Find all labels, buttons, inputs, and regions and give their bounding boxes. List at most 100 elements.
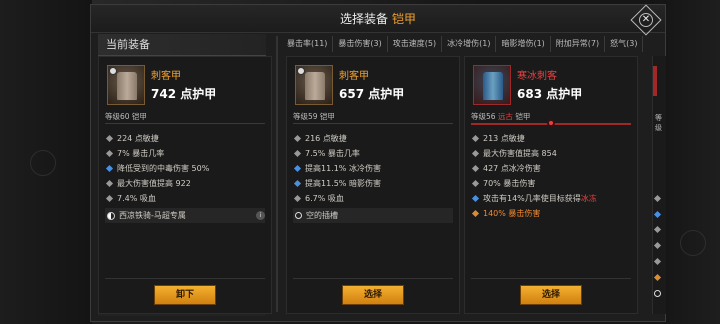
socket-text: 空的插槽	[306, 211, 338, 220]
filter-extra-status[interactable]: 附加异常(7)	[551, 36, 606, 52]
item-card-option[interactable]: 寒冰刺客 683 点护甲 等级56 远古 铠甲 213 点敏捷 最大伤害值提高 …	[464, 56, 638, 314]
close-icon: ✕	[639, 13, 653, 27]
stat-row: 216 点敏捷	[293, 131, 453, 146]
stat-bullet-icon	[471, 134, 480, 143]
item-armor: 683 点护甲	[517, 87, 583, 101]
stat-text: 最大伤害值提高 854	[483, 149, 557, 158]
filter-crit-rate[interactable]: 暴击率(11)	[282, 36, 334, 52]
stat-text: 7.5% 暴击几率	[305, 149, 360, 158]
divider	[293, 278, 453, 279]
stat-bullet-icon	[105, 149, 114, 158]
stat-text: 213 点敏捷	[483, 134, 525, 143]
stat-text: 140% 暴击伤害	[483, 209, 541, 218]
coat-icon	[483, 72, 503, 100]
item-card-current: 刺客甲 742 点护甲 等级60 铠甲 224 点敏捷 7% 暴击几率 降低受到…	[98, 56, 272, 314]
stat-row: 降低受到的中毒伤害 50%	[105, 161, 265, 176]
filter-attack-speed[interactable]: 攻击速度(5)	[388, 36, 443, 52]
stat-text: 最大伤害值提高 922	[117, 179, 191, 188]
slot-text: 铠甲	[515, 112, 531, 121]
stat-bullet-icon	[471, 194, 480, 203]
item-level: 等级56 远古 铠甲	[471, 111, 530, 122]
filter-shadow-damage[interactable]: 暗影增伤(1)	[496, 36, 551, 52]
stat-bullet-icon	[105, 164, 114, 173]
set-bonus-row[interactable]: 西凉铁骑-马超专属 i	[105, 208, 265, 223]
item-name: 刺客甲	[339, 71, 369, 82]
modal-title: 选择装备	[339, 12, 388, 26]
stat-row: 427 点冰冷伤害	[471, 161, 631, 176]
stat-text: 427 点冰冷伤害	[483, 164, 541, 173]
modal-header: 选择装备 铠甲	[91, 5, 665, 33]
divider	[105, 123, 265, 124]
stat-text: 7% 暴击几率	[117, 149, 165, 158]
item-armor: 742 点护甲	[151, 87, 217, 101]
legendary-gem-icon	[547, 119, 555, 127]
empty-socket-icon	[654, 290, 661, 297]
panel-divider	[276, 36, 278, 312]
stat-row: 224 点敏捷	[105, 131, 265, 146]
stat-list: 224 点敏捷 7% 暴击几率 降低受到的中毒伤害 50% 最大伤害值提高 92…	[105, 131, 265, 223]
level-text: 等级56	[471, 112, 496, 121]
stat-text: 70% 暴击伤害	[483, 179, 536, 188]
stat-bullet-icon	[293, 134, 302, 143]
stat-bullet-icon	[471, 149, 480, 158]
filter-crit-damage[interactable]: 暴击伤害(3)	[333, 36, 388, 52]
stat-row: 最大伤害值提高 854	[471, 146, 631, 161]
stat-row: 最大伤害值提高 922	[105, 176, 265, 191]
stat-bullet-icon	[653, 241, 662, 250]
set-icon	[107, 211, 115, 220]
coat-icon	[117, 72, 137, 100]
stat-bullet-icon	[293, 179, 302, 188]
stat-row: 提高11.1% 冰冷伤害	[293, 161, 453, 176]
background-ornament	[680, 230, 706, 256]
armor-item-icon	[107, 65, 145, 105]
select-button[interactable]: 选择	[520, 285, 582, 305]
divider	[293, 123, 453, 124]
next-item-card-peek[interactable]: 等级	[652, 56, 666, 314]
item-name: 刺客甲	[151, 71, 181, 82]
stat-text: 216 点敏捷	[305, 134, 347, 143]
stat-row: 6.7% 吸血	[293, 191, 453, 206]
stat-row: 7% 暴击几率	[105, 146, 265, 161]
filter-cold-damage[interactable]: 冰冷增伤(1)	[442, 36, 497, 52]
item-level: 等级60 铠甲	[105, 112, 147, 121]
empty-socket-icon	[295, 212, 302, 219]
stat-row: 140% 暴击伤害	[471, 206, 631, 221]
stat-bullet-icon	[293, 194, 302, 203]
freeze-tag: 冰冻	[580, 194, 597, 203]
stat-bullet-icon	[105, 134, 114, 143]
stat-row: 7.5% 暴击几率	[293, 146, 453, 161]
stat-bullet-icon	[471, 209, 480, 218]
stat-bullet-icon	[471, 164, 480, 173]
stat-bullet-icon	[653, 225, 662, 234]
item-name: 寒冰刺客	[517, 71, 557, 82]
stat-row: 70% 暴击伤害	[471, 176, 631, 191]
stat-bullet-icon	[471, 179, 480, 188]
stat-list: 216 点敏捷 7.5% 暴击几率 提高11.1% 冰冷伤害 提高11.5% 暗…	[293, 131, 453, 223]
stat-text: 降低受到的中毒伤害 50%	[117, 164, 210, 173]
stat-bullet-icon	[105, 179, 114, 188]
stat-bullet-icon	[653, 273, 662, 282]
unequip-button[interactable]: 卸下	[154, 285, 216, 305]
filter-rage[interactable]: 怒气(3)	[605, 36, 644, 52]
set-name: 西凉铁骑-马超专属	[119, 211, 186, 220]
item-level: 等级	[655, 114, 662, 132]
item-level: 等级59 铠甲	[293, 112, 335, 121]
item-icon-edge	[653, 66, 657, 96]
coat-icon	[305, 72, 325, 100]
info-icon[interactable]: i	[256, 211, 265, 220]
stat-bullet-icon	[653, 210, 662, 219]
stat-bullet-icon	[293, 149, 302, 158]
stat-text: 224 点敏捷	[117, 134, 159, 143]
set-badge-icon	[109, 67, 117, 75]
stat-text: 攻击有14%几率使目标获得	[483, 194, 581, 203]
armor-item-icon	[473, 65, 511, 105]
stat-row: 213 点敏捷	[471, 131, 631, 146]
stat-row: 提高11.5% 暗影伤害	[293, 176, 453, 191]
panel-title: 当前装备	[98, 34, 266, 56]
item-card-option[interactable]: 刺客甲 657 点护甲 等级59 铠甲 216 点敏捷 7.5% 暴击几率 提高…	[286, 56, 460, 314]
select-button[interactable]: 选择	[342, 285, 404, 305]
stat-text: 提高11.5% 暗影伤害	[305, 179, 381, 188]
divider	[105, 278, 265, 279]
modal-title-highlight: 铠甲	[392, 12, 417, 26]
item-armor: 657 点护甲	[339, 87, 405, 101]
